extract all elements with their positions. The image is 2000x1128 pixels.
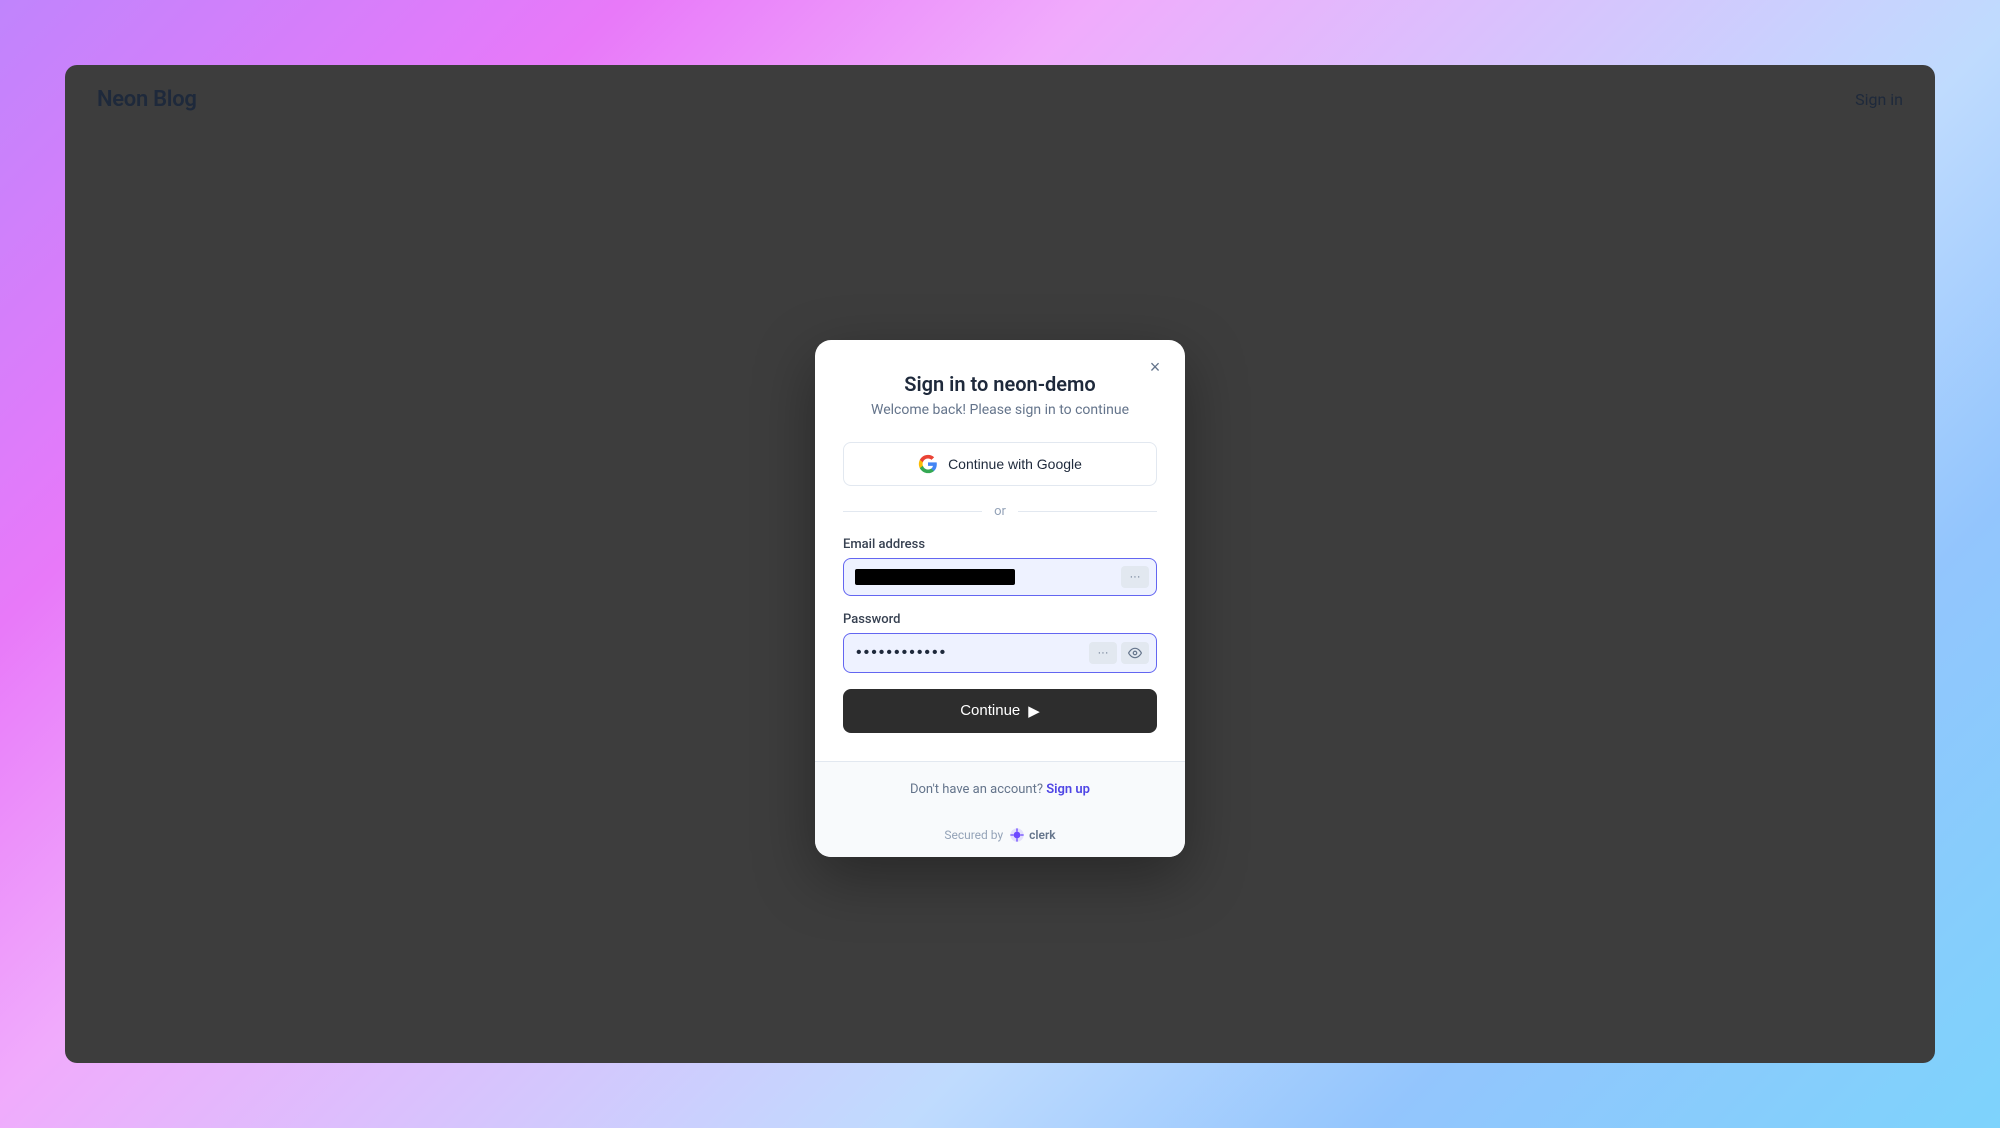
password-input-actions: ··· [1089,642,1149,664]
divider: or [843,504,1157,519]
email-input-actions: ··· [1121,566,1149,588]
secured-by-text: Secured by [944,828,1003,842]
no-account-text: Don't have an account? Sign up [910,782,1090,797]
password-action-btn[interactable]: ··· [1089,642,1117,664]
modal-title: Sign in to neon-demo [847,372,1153,396]
continue-button[interactable]: Continue ▶ [843,689,1157,733]
eye-icon [1128,646,1142,660]
modal-body: Continue with Google or Email address ··… [815,442,1185,761]
divider-line-left [843,511,982,512]
continue-label: Continue [960,702,1020,719]
email-input[interactable] [843,558,1157,596]
divider-line-right [1018,511,1157,512]
nav-bar: Neon Blog Sign in [65,65,1935,133]
continue-arrow: ▶ [1028,702,1040,720]
email-action-btn[interactable]: ··· [1121,566,1149,588]
nav-logo: Neon Blog [97,87,197,112]
modal-footer: Don't have an account? Sign up [815,761,1185,813]
password-form-group: Password ··· [843,612,1157,673]
google-icon [918,454,938,474]
modal-header: × Sign in to neon-demo Welcome back! Ple… [815,340,1185,418]
divider-text: or [994,504,1006,519]
email-input-wrapper: ··· [843,558,1157,596]
password-input-wrapper: ··· [843,633,1157,673]
app-window: Neon Blog Sign in × Sign in to neon-demo… [65,65,1935,1063]
email-label: Email address [843,537,1157,552]
modal-subtitle: Welcome back! Please sign in to continue [847,402,1153,418]
modal-overlay: × Sign in to neon-demo Welcome back! Ple… [65,133,1935,1063]
clerk-logo: clerk [1009,827,1055,843]
page-content: × Sign in to neon-demo Welcome back! Ple… [65,133,1935,1063]
clerk-brand-name: clerk [1029,828,1055,842]
password-visibility-toggle[interactable] [1121,642,1149,664]
password-label: Password [843,612,1157,627]
nav-signin-link[interactable]: Sign in [1855,90,1903,109]
sign-in-modal: × Sign in to neon-demo Welcome back! Ple… [815,340,1185,857]
clerk-footer: Secured by clerk [815,813,1185,857]
email-form-group: Email address ··· [843,537,1157,596]
signup-link[interactable]: Sign up [1046,782,1090,797]
google-btn-label: Continue with Google [948,456,1082,472]
modal-close-button[interactable]: × [1141,354,1169,382]
google-signin-button[interactable]: Continue with Google [843,442,1157,486]
clerk-icon [1009,827,1025,843]
